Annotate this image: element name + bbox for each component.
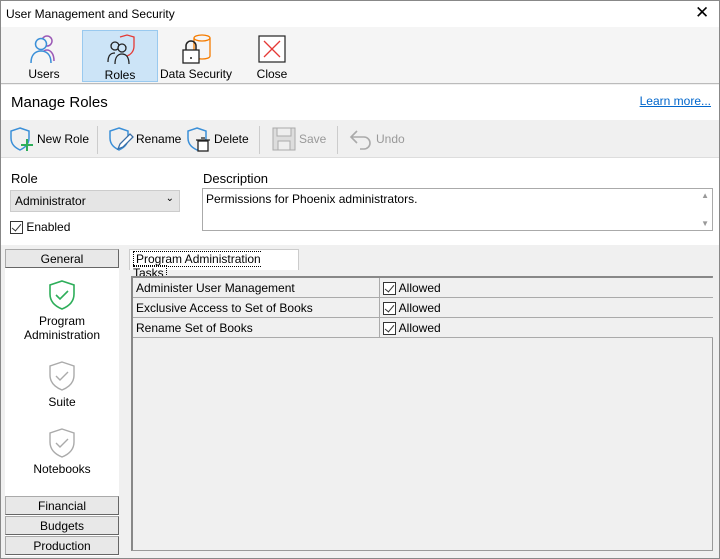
rename-label: Rename: [136, 132, 182, 146]
nav-item-program-administration[interactable]: Program Administration: [5, 279, 119, 342]
nav-production-button[interactable]: Production: [5, 536, 119, 555]
undo-icon: [349, 130, 371, 150]
tab-program-administration-tasks[interactable]: Program Administration Tasks: [129, 249, 299, 281]
nav-item-label: Notebooks: [33, 462, 91, 476]
new-role-label: New Role: [37, 132, 90, 146]
page-header: Manage Roles Learn more...: [1, 85, 719, 120]
task-name: Exclusive Access to Set of Books: [136, 298, 380, 317]
title-bar: User Management and Security ✕: [1, 1, 719, 27]
task-allowed-checkbox[interactable]: Allowed: [383, 301, 441, 316]
nav-item-label: Program Administration: [23, 314, 101, 342]
rename-icon: [109, 127, 134, 151]
save-label: Save: [299, 132, 327, 146]
table-row: Rename Set of Books Allowed: [133, 318, 713, 338]
shield-check-icon: [49, 280, 75, 310]
delete-button[interactable]: Delete: [186, 126, 249, 152]
category-nav: General Program Administration Suite Not…: [5, 249, 119, 556]
undo-label: Undo: [376, 132, 405, 146]
ribbon-users-button[interactable]: Users: [6, 30, 82, 82]
task-value: Allowed: [398, 281, 441, 295]
shield-check-icon: [49, 361, 75, 391]
toolbar-separator: [97, 126, 98, 154]
task-allowed-checkbox[interactable]: Allowed: [383, 321, 441, 336]
new-role-icon: [10, 127, 33, 151]
nav-item-suite[interactable]: Suite: [5, 360, 119, 409]
nav-item-label: Suite: [48, 395, 76, 409]
task-allowed-checkbox[interactable]: Allowed: [383, 281, 441, 296]
enabled-checkbox[interactable]: Enabled: [10, 220, 71, 235]
description-text: Permissions for Phoenix administrators.: [206, 192, 418, 206]
enabled-label: Enabled: [26, 220, 71, 234]
nav-financial-button[interactable]: Financial: [5, 496, 119, 515]
toolbar-separator: [259, 126, 260, 154]
rename-button[interactable]: Rename: [108, 126, 181, 152]
close-icon: [258, 35, 286, 63]
checkbox-checked-icon: [383, 322, 396, 336]
table-row: Administer User Management Allowed: [133, 278, 713, 298]
scroll-up-icon[interactable]: ▲: [701, 191, 709, 200]
nav-item-notebooks[interactable]: Notebooks: [5, 427, 119, 476]
ribbon-roles-button[interactable]: Roles: [82, 30, 158, 82]
data-security-icon: [182, 34, 211, 64]
toolbar-separator: [337, 126, 338, 154]
tasks-grid: Administer User Management Allowed Exclu…: [131, 276, 713, 551]
role-select[interactable]: Administrator ⌄: [10, 190, 180, 212]
nav-general-button[interactable]: General: [5, 249, 119, 268]
table-row: Exclusive Access to Set of Books Allowed: [133, 298, 713, 318]
delete-icon: [187, 127, 210, 152]
new-role-button[interactable]: New Role: [9, 126, 89, 152]
task-value: Allowed: [398, 301, 441, 315]
roles-icon: [107, 34, 135, 65]
task-value: Allowed: [398, 321, 441, 335]
window-title: User Management and Security: [6, 7, 175, 21]
ribbon: Users Roles Data Security Close: [1, 27, 719, 84]
role-form: Role Administrator ⌄ Enabled Description …: [1, 158, 719, 245]
role-select-value: Administrator: [15, 194, 86, 208]
save-icon: [272, 127, 296, 151]
ribbon-close-label: Close: [256, 67, 288, 81]
description-input[interactable]: Permissions for Phoenix administrators. …: [202, 188, 713, 231]
window-close-button[interactable]: ✕: [695, 3, 709, 23]
checkbox-checked-icon: [10, 221, 23, 235]
task-name: Administer User Management: [136, 278, 380, 297]
chevron-down-icon: ⌄: [165, 193, 174, 204]
description-label: Description: [203, 171, 269, 186]
ribbon-roles-label: Roles: [104, 68, 136, 82]
save-button[interactable]: Save: [271, 126, 326, 152]
nav-budgets-button[interactable]: Budgets: [5, 516, 119, 535]
users-icon: [30, 35, 55, 64]
shield-check-icon: [49, 428, 75, 458]
ribbon-data-security-label: Data Security: [159, 67, 233, 81]
delete-label: Delete: [214, 132, 249, 146]
scroll-down-icon[interactable]: ▼: [701, 219, 709, 228]
ribbon-users-label: Users: [28, 67, 60, 81]
checkbox-checked-icon: [383, 302, 396, 316]
task-name: Rename Set of Books: [136, 318, 380, 337]
learn-more-link[interactable]: Learn more...: [640, 94, 711, 108]
checkbox-checked-icon: [383, 282, 396, 296]
toolbar: New Role Rename Delete Save Undo: [1, 120, 719, 158]
ribbon-data-security-button[interactable]: Data Security: [159, 30, 233, 82]
ribbon-close-button[interactable]: Close: [234, 30, 310, 82]
role-label: Role: [11, 171, 38, 186]
page-title: Manage Roles: [11, 94, 108, 111]
undo-button[interactable]: Undo: [348, 126, 405, 152]
